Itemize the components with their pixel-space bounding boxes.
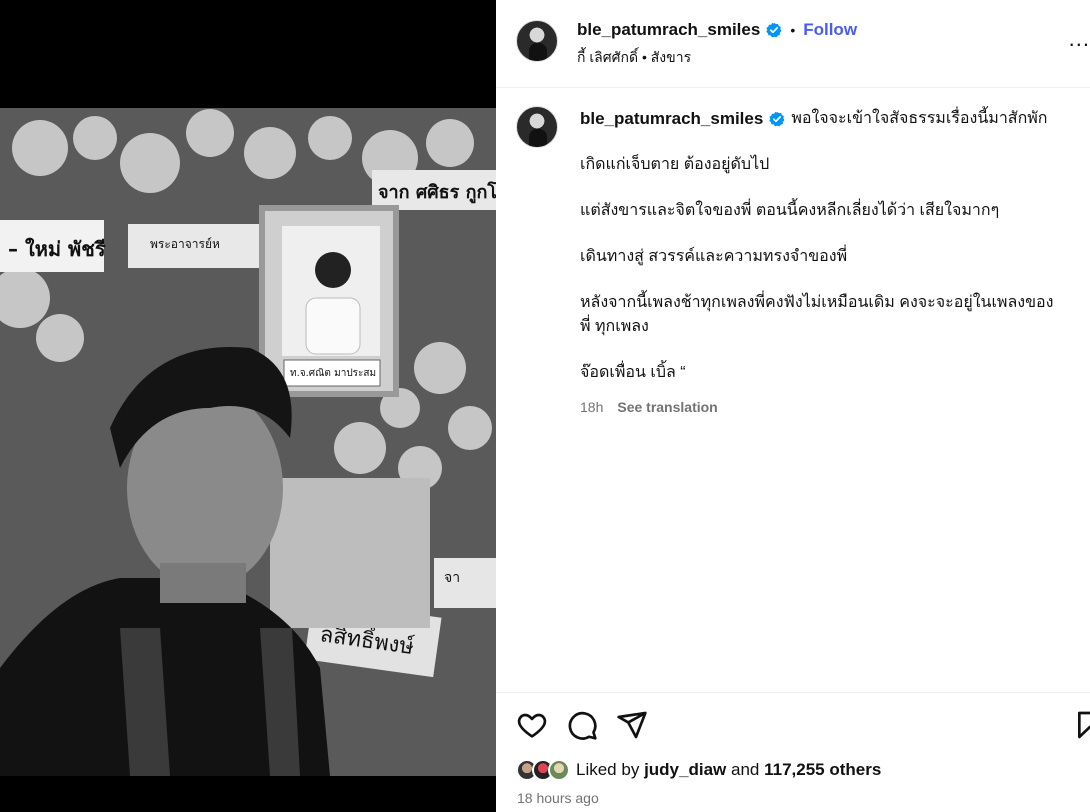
- caption-time: 18h: [580, 399, 604, 415]
- caption-author-avatar[interactable]: [516, 106, 558, 148]
- caption-line: พี่ ทุกเพลง: [580, 318, 649, 335]
- svg-text:จาก ศศิธร กูกโสม: จาก ศศิธร กูกโสม: [378, 181, 496, 204]
- caption-line: หลังจากนี้เพลงช้าทุกเพลงพี่คงฟังไม่เหมือ…: [580, 294, 1054, 311]
- caption-line: เกิดแก่เจ็บตาย ต้องอยู่ดับไป: [580, 156, 770, 173]
- author-username[interactable]: ble_patumrach_smiles: [577, 20, 760, 40]
- caption-line: เดินทางสู่ สวรรค์และความทรงจำของพี่: [580, 248, 848, 265]
- post-location[interactable]: กี้ เลิศศักดิ์ • สังขาร: [577, 47, 691, 69]
- heart-icon[interactable]: [516, 709, 548, 741]
- likes-prefix: Liked by: [576, 760, 640, 779]
- svg-text:จา: จา: [444, 570, 460, 586]
- post-panel: ble_patumrach_smiles • Follow กี้ เลิศศั…: [496, 0, 1090, 812]
- separator-dot: •: [790, 22, 796, 38]
- more-icon[interactable]: ...: [1069, 26, 1090, 52]
- post-timestamp[interactable]: 18 hours ago: [517, 790, 599, 806]
- svg-text:ท.จ.ศณิต มาประสม: ท.จ.ศณิต มาประสม: [290, 368, 376, 379]
- post-caption: ble_patumrach_smiles พอใจจะเข้าใจสัจธรรม…: [496, 88, 1090, 692]
- see-translation-button[interactable]: See translation: [617, 396, 717, 418]
- caption-line: จ๊อดเพื่อน เบิ้ล “: [580, 364, 686, 381]
- post-header: ble_patumrach_smiles • Follow กี้ เลิศศั…: [496, 0, 1090, 88]
- svg-text:พระอาจารย์ห: พระอาจารย์ห: [150, 237, 220, 251]
- follow-button[interactable]: Follow: [803, 20, 857, 40]
- caption-text: พอใจจะเข้าใจสัจธรรมเรื่องนี้มาสักพัก: [791, 110, 1048, 127]
- likes-count[interactable]: 117,255 others: [764, 760, 881, 779]
- share-icon[interactable]: [616, 709, 648, 741]
- caption-line: แต่สังขารและจิตใจของพี่ ตอนนี้คงหลีกเลี่…: [580, 202, 1000, 219]
- verified-badge-icon: [769, 111, 785, 127]
- verified-badge-icon: [766, 22, 782, 38]
- likes-and: and: [730, 760, 760, 779]
- author-row: ble_patumrach_smiles • Follow: [577, 20, 857, 40]
- liker-avatar[interactable]: [548, 759, 570, 781]
- post-media: – ใหม่ พัชรี พระอาจารย์ห จาก ศศิธร กูกโส…: [0, 0, 496, 812]
- post-actions: Liked by judy_diaw and 117,255 others 18…: [496, 692, 1090, 812]
- post-photo[interactable]: – ใหม่ พัชรี พระอาจารย์ห จาก ศศิธร กูกโส…: [0, 108, 496, 776]
- likes-row: Liked by judy_diaw and 117,255 others: [516, 759, 881, 781]
- caption-username[interactable]: ble_patumrach_smiles: [580, 108, 763, 130]
- likes-summary: Liked by judy_diaw and 117,255 others: [576, 760, 881, 780]
- svg-text:– ใหม่ พัชรี: – ใหม่ พัชรี: [8, 237, 106, 261]
- author-avatar[interactable]: [516, 20, 558, 62]
- bookmark-icon[interactable]: [1074, 709, 1090, 741]
- caption-meta: 18h See translation: [580, 396, 1086, 418]
- comment-icon[interactable]: [566, 709, 598, 741]
- caption-body: ble_patumrach_smiles พอใจจะเข้าใจสัจธรรม…: [580, 108, 1086, 418]
- caption-first-line: ble_patumrach_smiles พอใจจะเข้าใจสัจธรรม…: [580, 108, 1086, 130]
- liker-username[interactable]: judy_diaw: [644, 760, 726, 779]
